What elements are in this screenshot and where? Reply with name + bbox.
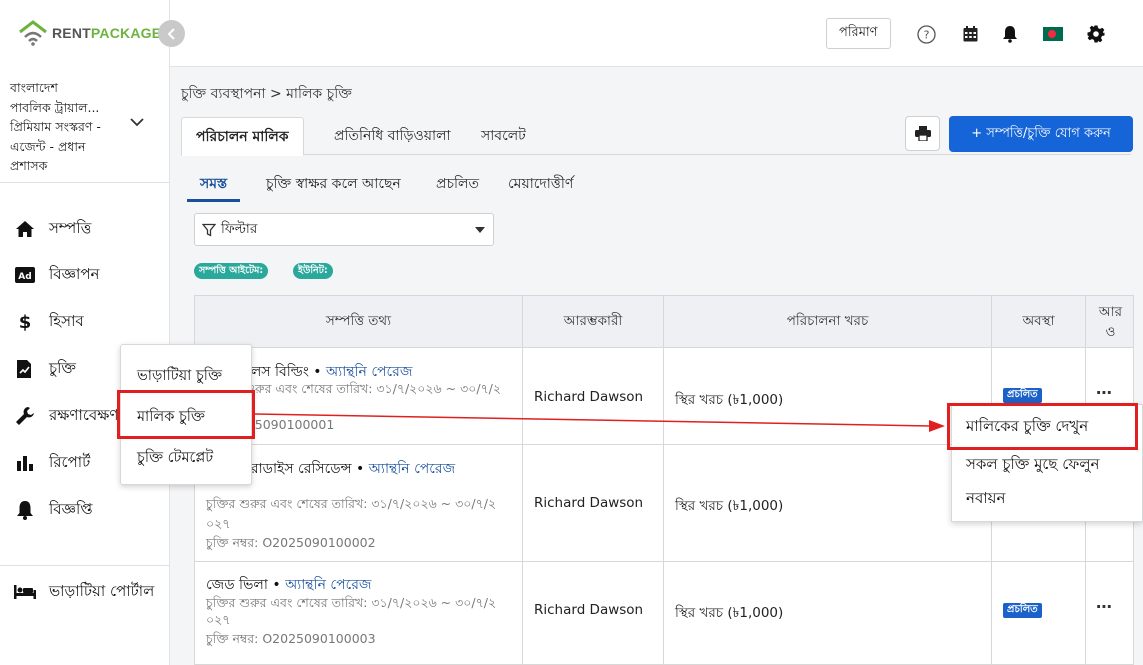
highlight-view-owner-contract (947, 403, 1138, 450)
annotation-arrow (254, 413, 945, 432)
highlight-owner-contract (117, 390, 255, 439)
